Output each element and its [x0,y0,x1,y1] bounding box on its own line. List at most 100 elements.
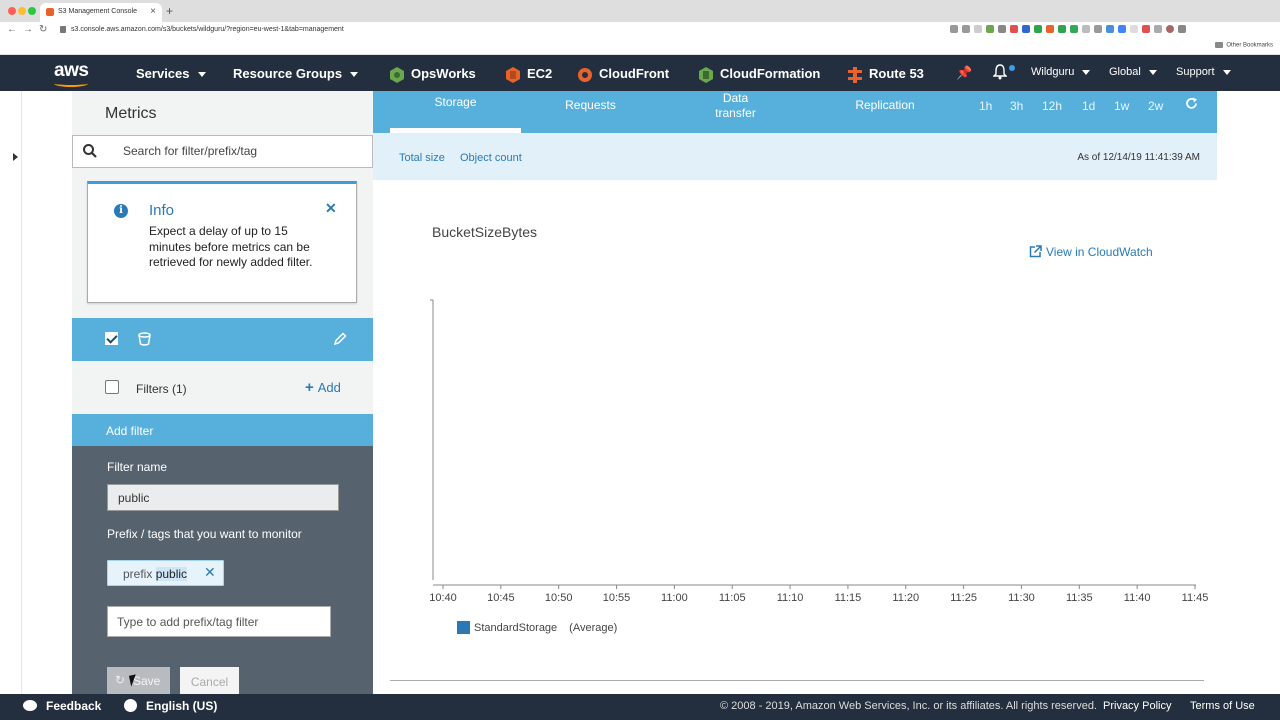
minimize-window-button[interactable] [18,7,26,15]
extension-icon[interactable] [1046,25,1054,33]
add-filter-form: Filter name public Prefix / tags that yo… [72,446,373,694]
prefix-tag-input[interactable] [107,606,331,637]
extension-icon[interactable] [1106,25,1114,33]
close-tab-icon[interactable]: × [150,6,156,17]
x-tick-label: 11:35 [1066,592,1093,604]
legend-swatch [457,621,470,634]
range-1w[interactable]: 1w [1114,99,1129,113]
profile-avatar[interactable] [1166,25,1174,33]
tab-replication[interactable]: Replication [835,91,935,133]
forward-icon[interactable]: → [23,24,33,35]
range-1h[interactable]: 1h [979,99,992,113]
globe-icon [124,699,137,712]
shortcut-cloudformation[interactable]: CloudFormation [699,66,820,83]
services-menu[interactable]: Services [136,66,206,81]
filters-checkbox[interactable] [105,380,119,394]
range-2w[interactable]: 2w [1148,99,1163,113]
shortcut-ec2[interactable]: EC2 [506,66,552,83]
tab-data-transfer[interactable]: Data transfer [693,91,778,133]
extension-icon[interactable] [1118,25,1126,33]
browser-tab-s3[interactable]: S3 Management Console × [40,3,162,22]
info-title: Info [149,202,175,219]
reload-icon[interactable]: ↻ [39,24,47,35]
opsworks-icon [390,66,404,83]
extension-icon[interactable] [1022,25,1030,33]
language-selector[interactable]: English (US) [124,699,217,713]
x-tick-label: 11:30 [1008,592,1035,604]
x-tick-label: 10:40 [429,592,457,604]
extension-icon[interactable] [1058,25,1066,33]
subtab-object-count[interactable]: Object count [460,152,522,164]
subtab-total-size[interactable]: Total size [399,152,445,164]
star-icon[interactable] [962,25,970,33]
search-icon [83,144,97,158]
extension-icon[interactable] [1130,25,1138,33]
filter-search-input[interactable] [123,144,363,158]
metrics-tabs: Storage Requests Data transfer Replicati… [373,91,1217,133]
shortcut-opsworks[interactable]: OpsWorks [390,66,476,83]
legend-statistic: (Average) [569,622,618,634]
account-menu[interactable]: Wildguru [1031,66,1091,78]
other-bookmarks[interactable]: Other Bookmarks [1215,42,1273,49]
url-field[interactable]: s3.console.aws.amazon.com/s3/buckets/wil… [71,26,344,33]
divider [390,680,1204,681]
bucket-metrics-row[interactable] [72,318,373,361]
terms-of-use-link[interactable]: Terms of Use [1190,700,1255,712]
range-12h[interactable]: 12h [1042,99,1062,113]
range-3h[interactable]: 3h [1010,99,1023,113]
pin-icon[interactable]: 📌 [956,65,972,81]
feedback-button[interactable]: Feedback [23,699,101,713]
extension-icon[interactable] [1094,25,1102,33]
back-icon[interactable]: ← [7,24,17,35]
privacy-policy-link[interactable]: Privacy Policy [1103,700,1171,712]
resource-groups-menu[interactable]: Resource Groups [233,66,359,81]
extension-icon[interactable] [1142,25,1150,33]
x-tick-label: 11:05 [719,592,746,604]
extension-icon[interactable] [1082,25,1090,33]
zoom-window-button[interactable] [28,7,36,15]
pencil-icon[interactable] [334,332,347,345]
region-menu[interactable]: Global [1109,66,1157,78]
expand-sidebar-icon[interactable] [13,153,18,161]
filter-name-field[interactable]: public [107,484,339,511]
close-icon[interactable]: ✕ [325,200,337,217]
extension-icon[interactable] [986,25,994,33]
bell-icon[interactable] [993,64,1007,80]
range-1d[interactable]: 1d [1082,99,1095,113]
collapsed-sidebar [0,91,22,694]
aws-logo[interactable]: aws [54,60,89,87]
zoom-icon[interactable] [950,25,958,33]
cancel-button[interactable]: Cancel [180,667,239,694]
add-filter-link[interactable]: + Add [305,379,341,396]
extension-icon[interactable] [974,25,982,33]
lock-icon [60,26,66,33]
x-tick-label: 11:20 [892,592,919,604]
close-window-button[interactable] [8,7,16,15]
extension-icon[interactable] [1010,25,1018,33]
shortcut-cloudfront[interactable]: CloudFront [578,66,669,83]
aws-top-nav: aws Services Resource Groups OpsWorks EC… [0,55,1280,91]
bucket-size-chart: 10:40 10:45 10:50 10:55 11:00 11:05 11:10 11:15… [429,299,1208,604]
extension-icon[interactable] [1154,25,1162,33]
chevron-down-icon [197,72,206,78]
tab-storage[interactable]: Storage [390,91,521,133]
extension-icon[interactable] [1034,25,1042,33]
remove-tag-icon[interactable]: ✕ [204,564,216,581]
ec2-icon [506,66,520,83]
extension-icon[interactable] [1070,25,1078,33]
address-bar: ← → ↻ s3.console.aws.amazon.com/s3/bucke… [0,22,1280,39]
support-menu[interactable]: Support [1176,66,1231,78]
refresh-icon[interactable] [1185,97,1198,110]
view-in-cloudwatch-link[interactable]: View in CloudWatch [1029,245,1153,259]
route53-icon [848,66,862,83]
x-tick-label: 10:55 [603,592,631,604]
extension-icon[interactable] [998,25,1006,33]
bucket-checkbox[interactable] [105,332,118,345]
chevron-down-icon [1148,69,1157,75]
shortcut-route53[interactable]: Route 53 [848,66,924,83]
save-button[interactable]: ↻ Save [107,667,170,694]
plus-icon: + [305,379,314,396]
new-tab-button[interactable]: + [166,4,173,18]
tab-requests[interactable]: Requests [543,91,638,133]
browser-menu-icon[interactable] [1178,25,1186,33]
